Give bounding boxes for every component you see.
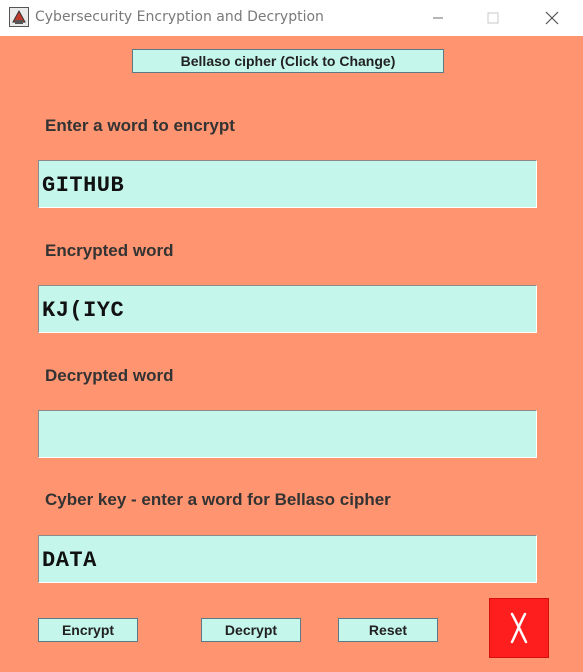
cyber-key-value: DATA [42,548,97,573]
cyber-key-field[interactable]: DATA [38,535,537,583]
encrypt-input-label: Enter a word to encrypt [45,116,235,135]
decrypted-word-label: Decrypted word [45,366,174,385]
minimize-button[interactable] [415,0,461,36]
close-icon [545,11,559,25]
encrypted-word-label: Encrypted word [45,241,174,260]
encrypted-word-field[interactable]: KJ(IYC [38,285,537,333]
decrypt-button[interactable]: Decrypt [201,618,301,642]
exit-button[interactable] [489,598,549,658]
cyber-key-label: Cyber key - enter a word for Bellaso cip… [45,490,391,509]
java-cup-icon [9,7,29,27]
title-bar: Cybersecurity Encryption and Decryption [0,0,583,36]
exit-x-icon [510,612,528,644]
cipher-toggle-button[interactable]: Bellaso cipher (Click to Change) [132,49,444,73]
close-button[interactable] [529,0,575,36]
decrypted-word-field[interactable] [38,410,537,458]
minimize-icon [433,17,443,19]
encrypt-input-field[interactable]: GITHUB [38,160,537,208]
encrypted-word-value: KJ(IYC [42,298,125,323]
maximize-icon [487,12,499,24]
reset-button[interactable]: Reset [338,618,438,642]
window-title: Cybersecurity Encryption and Decryption [35,9,324,25]
maximize-button[interactable] [470,0,516,36]
encrypt-input-value: GITHUB [42,173,125,198]
encrypt-button[interactable]: Encrypt [38,618,138,642]
